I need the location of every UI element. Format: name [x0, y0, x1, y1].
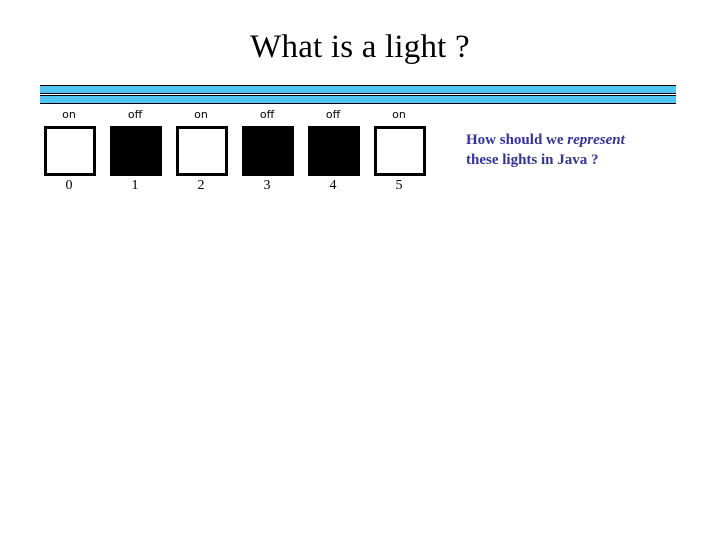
slide-canvas: What is a light ? on 0 off 1 on 2 off 3 … [0, 0, 720, 540]
question-text: How should we represent these lights in J… [466, 130, 692, 170]
light-index-label-5: 5 [395, 178, 403, 193]
light-state-label-1: off [127, 108, 143, 121]
light-box-2[interactable] [176, 126, 228, 176]
light-cell-5[interactable]: on 5 [374, 108, 426, 198]
light-cell-3[interactable]: off 3 [242, 108, 294, 198]
light-index-label-1: 1 [131, 178, 139, 193]
light-state-label-3: off [259, 108, 275, 121]
light-box-1[interactable] [110, 126, 162, 176]
question-text-line2: these lights in Java ? [466, 152, 599, 168]
light-state-label-2: on [194, 108, 208, 121]
divider-bar-top [40, 85, 676, 94]
light-box-3[interactable] [242, 126, 294, 176]
light-box-5[interactable] [374, 126, 426, 176]
lights-row: on 0 off 1 on 2 off 3 off 4 on 5 [44, 108, 444, 198]
light-index-label-0: 0 [65, 178, 73, 193]
light-box-0[interactable] [44, 126, 96, 176]
light-state-label-4: off [325, 108, 341, 121]
light-cell-1[interactable]: off 1 [110, 108, 162, 198]
divider [40, 85, 676, 104]
light-cell-2[interactable]: on 2 [176, 108, 228, 198]
divider-bar-bottom [40, 95, 676, 104]
question-text-line1-prefix: How should we [466, 132, 568, 148]
light-index-label-4: 4 [329, 178, 337, 193]
light-state-label-5: on [392, 108, 406, 121]
light-state-label-0: on [62, 108, 76, 121]
light-box-4[interactable] [308, 126, 360, 176]
page-title: What is a light ? [250, 29, 470, 65]
light-index-label-3: 3 [263, 178, 271, 193]
light-cell-4[interactable]: off 4 [308, 108, 360, 198]
light-cell-0[interactable]: on 0 [44, 108, 96, 198]
light-index-label-2: 2 [197, 178, 205, 193]
question-text-emphasis: represent [567, 132, 625, 148]
